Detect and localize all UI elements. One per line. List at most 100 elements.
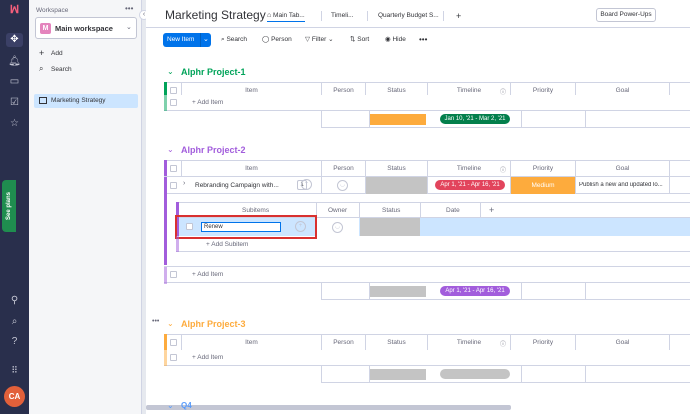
workspace-selector[interactable]: M Main workspace ⌄ (35, 17, 137, 39)
item-name[interactable]: Rebranding Campaign with... (195, 182, 279, 189)
select-all-checkbox[interactable] (170, 339, 177, 346)
column-subitems[interactable]: Subitems (242, 207, 269, 214)
select-all-checkbox[interactable] (170, 165, 177, 172)
group-menu-icon[interactable]: ••• (152, 318, 159, 325)
button-split (200, 33, 201, 47)
row-checkbox[interactable] (170, 99, 177, 106)
help-icon[interactable]: ? (6, 335, 23, 349)
search-icon[interactable]: ⌕ (6, 315, 23, 329)
tab-main-table[interactable]: ⌂ Main Tab... (267, 10, 305, 22)
info-icon[interactable]: ⓘ (500, 339, 506, 348)
see-plans-button[interactable]: See plans (2, 180, 16, 232)
select-all-checkbox[interactable] (170, 87, 177, 94)
add-item-row: + Add Item (164, 95, 690, 111)
bell-icon[interactable]: 🔔︎ (6, 55, 23, 69)
column-priority[interactable]: Priority (510, 161, 575, 177)
table-row[interactable]: › Rebranding Campaign with... 1 + ◡ Apr … (164, 176, 690, 195)
group-collapse-icon[interactable]: ⌄ (167, 401, 174, 410)
goal-cell[interactable]: Publish a new and updated lo... (579, 182, 667, 188)
column-timeline[interactable]: Timeline (427, 335, 510, 351)
left-rail: ꟽ ✥ 🔔︎ ▭ ☑ ☆ See plans ⚲ ⌕ ? ⠿ CA (0, 0, 29, 414)
subitem-status-cell[interactable] (360, 218, 420, 236)
row-checkbox[interactable] (170, 271, 177, 278)
person-filter-button[interactable]: ◯ Person (262, 34, 292, 46)
column-priority[interactable]: Priority (510, 335, 575, 351)
invite-icon[interactable]: ⚲ (6, 294, 23, 308)
favorites-icon[interactable]: ☆ (6, 117, 23, 131)
column-goal[interactable]: Goal (575, 335, 669, 351)
owner-cell[interactable]: ◡ (316, 218, 359, 236)
hide-button[interactable]: ◉ Hide (385, 34, 406, 46)
group-title[interactable]: Alphr Project-2 (181, 145, 246, 155)
cell-divider (427, 177, 428, 194)
column-timeline[interactable]: Timeline (427, 161, 510, 177)
new-item-button[interactable]: New Item ⌄ (163, 33, 211, 47)
row-checkbox[interactable] (170, 182, 177, 189)
group-collapse-icon[interactable]: ⌄ (167, 319, 174, 328)
column-header-row: Item Person Status Timeline ⓘ Priority G… (164, 334, 690, 351)
add-item-input[interactable]: + Add Item (192, 354, 223, 361)
add-item-row: + Add Item (164, 266, 690, 284)
column-person[interactable]: Person (321, 335, 365, 351)
sidebar-item-marketing-strategy[interactable]: Marketing Strategy (34, 94, 138, 108)
add-item-input[interactable]: + Add Item (192, 271, 223, 278)
search-button[interactable]: ⌕ Search (221, 34, 247, 46)
add-button[interactable]: Add (51, 50, 63, 57)
column-date[interactable]: Date (446, 207, 460, 214)
add-item-input[interactable]: + Add Item (192, 99, 223, 106)
board-power-ups-button[interactable]: Board Power-Ups (596, 8, 656, 22)
more-menu-button[interactable]: ••• (419, 34, 427, 46)
my-work-icon[interactable]: ☑ (6, 96, 23, 110)
workspace-menu-icon[interactable]: ••• (125, 4, 133, 13)
cell-divider (359, 203, 360, 218)
column-status[interactable]: Status (382, 207, 400, 214)
column-item[interactable]: Item (181, 161, 321, 177)
avatar[interactable]: CA (4, 386, 25, 407)
filter-button[interactable]: ▽ Filter ⌄ (305, 34, 334, 46)
add-column-button[interactable]: + (489, 205, 494, 215)
cell-divider (321, 111, 322, 128)
sort-icon: ⇅ (350, 36, 356, 43)
grid-menu-icon[interactable]: ⠿ (6, 363, 23, 377)
group-color-bar (164, 177, 167, 195)
horizontal-scrollbar[interactable] (146, 405, 511, 410)
priority-cell[interactable]: Medium (511, 177, 575, 194)
add-subitem-input[interactable]: + Add Subitem (206, 241, 248, 248)
cell-divider (575, 177, 576, 194)
group-collapse-icon[interactable]: ⌄ (167, 67, 174, 76)
group-title[interactable]: Q4 (181, 401, 192, 410)
tab-quarterly-budget[interactable]: Quarterly Budget S... (378, 10, 439, 22)
group-color-bar (164, 267, 167, 284)
column-goal[interactable]: Goal (575, 161, 669, 177)
add-update-icon[interactable]: + (301, 179, 312, 190)
row-checkbox[interactable] (170, 354, 177, 361)
group-color-bar (164, 350, 167, 366)
search-icon: ⌕ (221, 36, 225, 43)
column-status[interactable]: Status (365, 161, 427, 177)
column-owner[interactable]: Owner (328, 207, 347, 214)
sort-button[interactable]: ⇅ Sort (350, 34, 369, 46)
group-title[interactable]: Alphr Project-3 (181, 319, 246, 329)
column-item[interactable]: Item (181, 335, 321, 351)
column-add[interactable] (669, 335, 690, 351)
person-avatar-icon[interactable]: ◡ (337, 180, 348, 191)
status-cell[interactable] (366, 177, 427, 194)
new-item-label: New Item (167, 36, 195, 43)
inbox-icon[interactable]: ▭ (6, 75, 23, 89)
person-avatar-icon: ◡ (332, 222, 343, 233)
group-title[interactable]: Alphr Project-1 (181, 67, 246, 77)
apps-icon[interactable]: ✥ (6, 33, 23, 47)
expand-subitems-icon[interactable]: › (183, 180, 185, 187)
column-person[interactable]: Person (321, 161, 365, 177)
monday-logo-icon[interactable]: ꟽ (6, 3, 23, 17)
column-add[interactable] (669, 161, 690, 177)
timeline-cell[interactable]: Apr 1, '21 - Apr 16, '21 (435, 180, 505, 190)
sidebar-search[interactable]: Search (51, 66, 72, 73)
info-icon[interactable]: ⓘ (500, 165, 506, 174)
tab-divider (443, 11, 444, 21)
add-tab-button[interactable]: + (456, 10, 461, 22)
tab-timeline[interactable]: Timeli... (331, 10, 354, 22)
column-status[interactable]: Status (365, 335, 427, 351)
status-summary-bar (370, 369, 426, 380)
group-collapse-icon[interactable]: ⌄ (167, 145, 174, 154)
